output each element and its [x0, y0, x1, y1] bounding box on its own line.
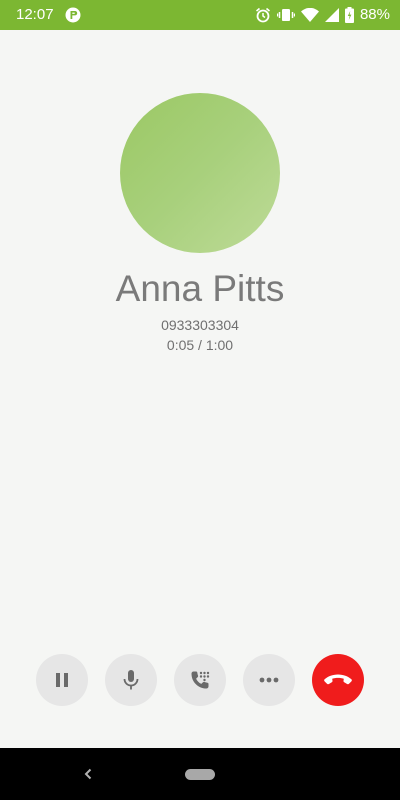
status-bar: 12:07 88%: [0, 0, 400, 30]
dialpad-button[interactable]: [174, 654, 226, 706]
more-options-button[interactable]: [243, 654, 295, 706]
contact-name: Anna Pitts: [115, 268, 285, 309]
pause-button[interactable]: [36, 654, 88, 706]
app-notification-icon: [65, 7, 81, 23]
status-icons: 88%: [255, 6, 390, 24]
navigation-bar: [0, 748, 400, 800]
alarm-icon: [255, 7, 271, 23]
call-timer: 0:05 / 1:00: [166, 337, 234, 353]
status-time: 12:07: [16, 6, 54, 23]
back-icon[interactable]: [80, 764, 96, 784]
wifi-icon: [300, 7, 319, 23]
phone-number: 0933303304: [161, 317, 239, 333]
battery-icon: [344, 7, 354, 23]
vibrate-icon: [276, 7, 295, 23]
call-actions: [0, 654, 400, 706]
mute-button[interactable]: [105, 654, 157, 706]
more-dots-icon: [259, 677, 279, 683]
contact-avatar: [120, 93, 280, 253]
cell-signal-icon: [324, 8, 339, 22]
pause-icon: [56, 673, 68, 687]
microphone-icon: [123, 670, 139, 690]
home-pill-icon[interactable]: [185, 769, 215, 780]
hang-up-icon: [324, 674, 352, 685]
dialpad-call-icon: [191, 671, 210, 689]
end-call-button[interactable]: [312, 654, 364, 706]
battery-percentage: 88%: [359, 6, 390, 23]
